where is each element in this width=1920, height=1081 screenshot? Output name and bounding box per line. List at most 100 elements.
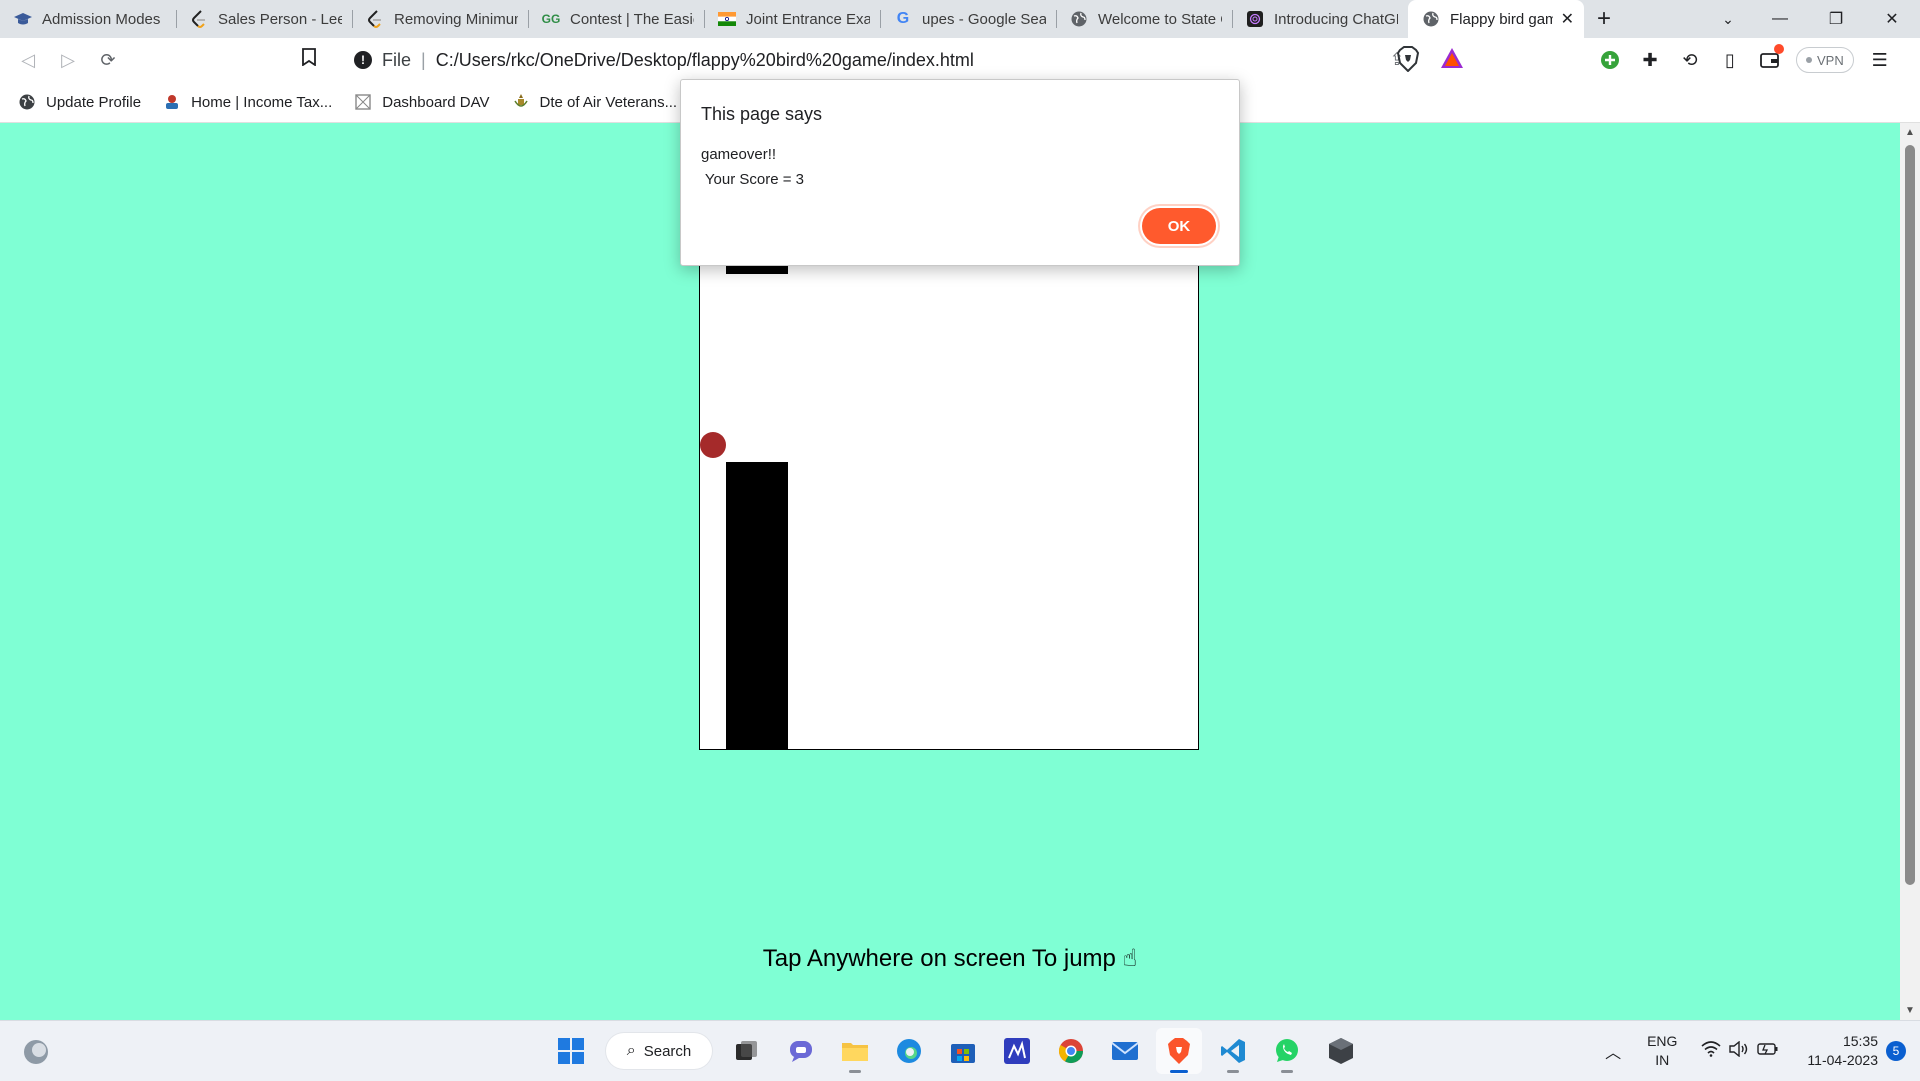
- tab-removing-minimum[interactable]: Removing Minimum: [352, 0, 528, 38]
- gfg-icon: GG: [541, 12, 561, 26]
- info-icon[interactable]: !: [354, 51, 372, 69]
- leetcode-icon: [190, 10, 208, 28]
- taskbar-search-label: Search: [643, 1042, 692, 1060]
- page-scrollbar[interactable]: ▲ ▼: [1900, 123, 1920, 1020]
- taskbar-search[interactable]: ⌕ Search: [606, 1033, 712, 1069]
- tab-title: upes - Google Sear: [922, 10, 1046, 28]
- menu-icon[interactable]: ☰: [1860, 40, 1900, 80]
- tab-title: Introducing ChatGP: [1274, 10, 1398, 28]
- lang-region: IN: [1655, 1052, 1670, 1068]
- bookmark-label: Dte of Air Veterans...: [539, 93, 678, 111]
- tab-title: Flappy bird gam: [1450, 10, 1553, 28]
- whatsapp-icon[interactable]: [1264, 1028, 1310, 1074]
- alert-dialog: This page says gameover!! Your Score = 3…: [680, 79, 1240, 266]
- app-cube-icon[interactable]: [1318, 1028, 1364, 1074]
- mail-icon[interactable]: [1102, 1028, 1148, 1074]
- new-tab-button[interactable]: +: [1584, 0, 1624, 38]
- tab-contest[interactable]: GG Contest | The Easies: [528, 0, 704, 38]
- tab-chatgpt[interactable]: Introducing ChatGP: [1232, 0, 1408, 38]
- bottom-pipe: [726, 462, 788, 749]
- tab-title: Contest | The Easies: [570, 10, 694, 28]
- add-green-icon[interactable]: [1590, 40, 1630, 80]
- vpn-status-dot: [1806, 57, 1812, 63]
- tab-flappy-bird[interactable]: Flappy bird gam ✕: [1408, 0, 1584, 38]
- restore-button[interactable]: ❐: [1808, 0, 1864, 38]
- clock-time: 15:35: [1842, 1033, 1878, 1049]
- battery-icon[interactable]: [1757, 1042, 1779, 1061]
- taskbar-apps: ⌕ Search: [544, 1021, 1368, 1081]
- vpn-button[interactable]: VPN: [1796, 47, 1854, 73]
- minimize-button[interactable]: —: [1752, 0, 1808, 38]
- tab-title: Removing Minimum: [394, 10, 518, 28]
- vs-math-icon[interactable]: [994, 1028, 1040, 1074]
- tab-title: Admission Modes: [42, 10, 161, 28]
- close-window-button[interactable]: ✕: [1864, 0, 1920, 38]
- reload-button[interactable]: ⟳: [88, 40, 128, 80]
- address-scheme: File: [382, 49, 412, 70]
- start-button[interactable]: [548, 1028, 594, 1074]
- extensions-puzzle-icon[interactable]: ✚: [1630, 40, 1670, 80]
- running-indicator: [1227, 1070, 1239, 1073]
- address-separator: |: [421, 49, 426, 70]
- chatgpt-icon: [1246, 10, 1264, 28]
- tab-admission-modes[interactable]: Admission Modes: [0, 0, 176, 38]
- dialog-title: This page says: [701, 104, 823, 124]
- bookmark-label: Update Profile: [46, 93, 142, 111]
- bird: [700, 432, 726, 458]
- notification-badge[interactable]: 5: [1886, 1041, 1906, 1061]
- language-indicator[interactable]: ENG IN: [1647, 1032, 1677, 1070]
- address-url[interactable]: C:/Users/rkc/OneDrive/Desktop/flappy%20b…: [436, 50, 974, 71]
- file-explorer-icon[interactable]: [832, 1028, 878, 1074]
- tab-joint-entrance[interactable]: Joint Entrance Exam: [704, 0, 880, 38]
- bookmark-dashboard-dav[interactable]: Dashboard DAV: [354, 93, 490, 111]
- brave-rewards-icon[interactable]: [1440, 47, 1464, 71]
- vscode-icon[interactable]: [1210, 1028, 1256, 1074]
- scrollbar-thumb[interactable]: [1905, 145, 1915, 885]
- bookmark-dte-air-veterans[interactable]: Dte of Air Veterans...: [512, 93, 678, 111]
- wifi-icon[interactable]: [1701, 1040, 1721, 1062]
- ok-button[interactable]: OK: [1142, 208, 1216, 244]
- tab-sales-person[interactable]: Sales Person - LeetC: [176, 0, 352, 38]
- show-hidden-icons-chevron-icon[interactable]: ︿: [1605, 1039, 1621, 1063]
- running-indicator: [1170, 1070, 1188, 1073]
- browser-toolbar: ◁ ▷ ⟳ ! File | C:/Users/rkc/OneDrive/Des…: [0, 38, 1920, 82]
- window-controls: — ❐ ✕: [1752, 0, 1920, 38]
- brave-shield-icon[interactable]: [1396, 46, 1420, 73]
- google-icon: G: [896, 10, 910, 27]
- edge-icon[interactable]: [886, 1028, 932, 1074]
- tab-welcome-state[interactable]: Welcome to State C: [1056, 0, 1232, 38]
- search-icon: ⌕: [626, 1042, 636, 1059]
- microsoft-store-icon[interactable]: [940, 1028, 986, 1074]
- close-tab-icon[interactable]: ✕: [1561, 9, 1574, 29]
- clock-date: 11-04-2023: [1807, 1052, 1878, 1068]
- tab-google-search[interactable]: G upes - Google Sear: [880, 0, 1056, 38]
- back-button[interactable]: ◁: [8, 40, 48, 80]
- wallet-icon[interactable]: [1750, 40, 1790, 80]
- sidebar-icon[interactable]: ▯: [1710, 40, 1750, 80]
- brave-browser-icon[interactable]: [1156, 1028, 1202, 1074]
- tab-strip: Admission Modes Sales Person - LeetC Rem…: [0, 0, 1920, 38]
- chrome-icon[interactable]: [1048, 1028, 1094, 1074]
- extension-icons: ✚ ⟲ ▯ VPN ☰: [1590, 38, 1900, 82]
- scroll-down-arrow-icon[interactable]: ▼: [1905, 1005, 1915, 1016]
- tab-search-chevron-icon[interactable]: ⌄: [1708, 0, 1748, 38]
- teams-chat-icon[interactable]: [778, 1028, 824, 1074]
- bookmark-update-profile[interactable]: Update Profile: [18, 93, 141, 111]
- tab-title: Joint Entrance Exam: [746, 10, 870, 28]
- volume-icon[interactable]: [1729, 1040, 1749, 1062]
- wallet-badge: [1774, 44, 1784, 54]
- task-view-icon[interactable]: [724, 1028, 770, 1074]
- widgets-icon[interactable]: [22, 1038, 50, 1066]
- globe-icon: [18, 93, 36, 111]
- india-flag-icon: [718, 10, 736, 28]
- clock[interactable]: 15:35 11-04-2023: [1807, 1032, 1878, 1070]
- bookmark-income-tax[interactable]: Home | Income Tax...: [163, 93, 332, 111]
- forward-button[interactable]: ▷: [48, 40, 88, 80]
- globe-icon: [1422, 10, 1440, 28]
- bookmark-icon[interactable]: [302, 48, 316, 71]
- running-indicator: [1281, 1070, 1293, 1073]
- address-bar[interactable]: ! File | C:/Users/rkc/OneDrive/Desktop/f…: [340, 42, 1474, 78]
- history-icon[interactable]: ⟲: [1670, 40, 1710, 80]
- scroll-up-arrow-icon[interactable]: ▲: [1905, 127, 1915, 138]
- emblem-icon: [512, 93, 530, 111]
